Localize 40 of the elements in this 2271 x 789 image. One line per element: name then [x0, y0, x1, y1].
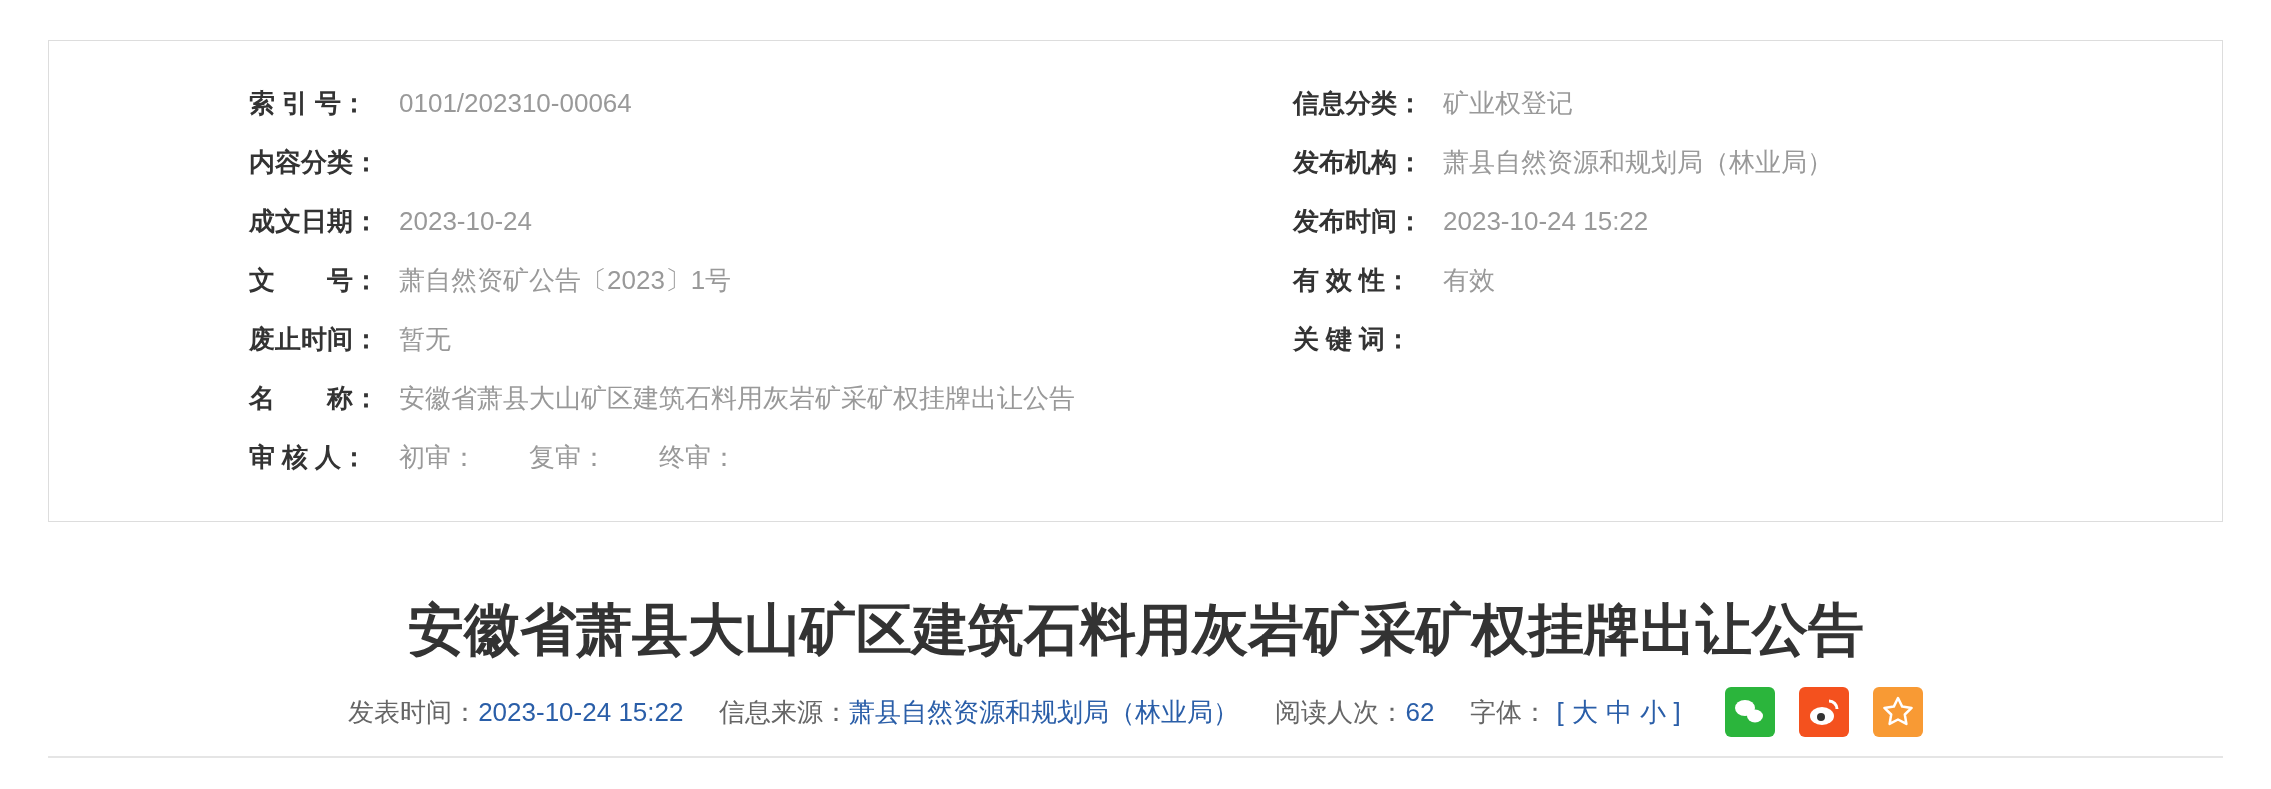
- font-size-button[interactable]: 小: [1639, 692, 1666, 732]
- field-label: 有 效 性：: [1293, 264, 1413, 297]
- field-value: 2023-10-24: [399, 205, 532, 238]
- field-value: 萧自然资矿公告〔2023〕1号: [399, 264, 732, 297]
- meta-label: 信息来源：: [719, 695, 850, 729]
- meta-value: 萧县自然资源和规划局（林业局）: [849, 695, 1240, 729]
- field-label: 信息分类：: [1293, 87, 1424, 120]
- meta-label: 发表时间：: [348, 695, 479, 729]
- eye-icon: [1798, 687, 1849, 737]
- meta-value: 2023-10-24 15:22: [478, 695, 684, 729]
- share-button[interactable]: [1724, 687, 1775, 737]
- favorite-button[interactable]: [1872, 687, 1923, 737]
- field-label: 关 键 词：: [1293, 323, 1413, 356]
- field-value: 0101/202310-00064: [399, 87, 632, 120]
- field-label: 文 号：: [249, 264, 380, 297]
- field-value: 有效: [1443, 264, 1495, 297]
- field-value: 萧县自然资源和规划局（林业局）: [1443, 146, 1833, 179]
- field-value: 2023-10-24 15:22: [1443, 205, 1649, 238]
- chat-bubbles-icon: [1724, 687, 1775, 737]
- meta-value: 62: [1405, 695, 1435, 729]
- field-value: 安徽省萧县大山矿区建筑石料用灰岩矿采矿权挂牌出让公告: [399, 382, 1075, 415]
- field-label: 废止时间：: [249, 323, 380, 356]
- field-label: 索 引 号：: [249, 87, 369, 120]
- field-label: 名 称：: [249, 382, 380, 415]
- field-value: 初审： 复审： 终审：: [399, 441, 737, 474]
- field-label: 内容分类：: [249, 146, 380, 179]
- field-label: 审 核 人：: [249, 441, 369, 474]
- bracket: [: [1556, 695, 1564, 729]
- font-size-button[interactable]: 大: [1571, 692, 1598, 732]
- bracket: ]: [1673, 695, 1681, 729]
- field-label: 成文日期：: [249, 205, 380, 238]
- field-label: 发布机构：: [1293, 146, 1424, 179]
- meta-label: 字体：: [1470, 695, 1549, 729]
- article-title: 安徽省萧县大山矿区建筑石料用灰岩矿采矿权挂牌出让公告: [406, 597, 1865, 663]
- font-size-button[interactable]: 中: [1605, 692, 1632, 732]
- field-value: 暂无: [399, 323, 451, 356]
- field-value: 矿业权登记: [1443, 87, 1573, 120]
- field-label: 发布时间：: [1293, 205, 1424, 238]
- meta-label: 阅读人次：: [1275, 695, 1406, 729]
- share-button[interactable]: [1798, 687, 1849, 737]
